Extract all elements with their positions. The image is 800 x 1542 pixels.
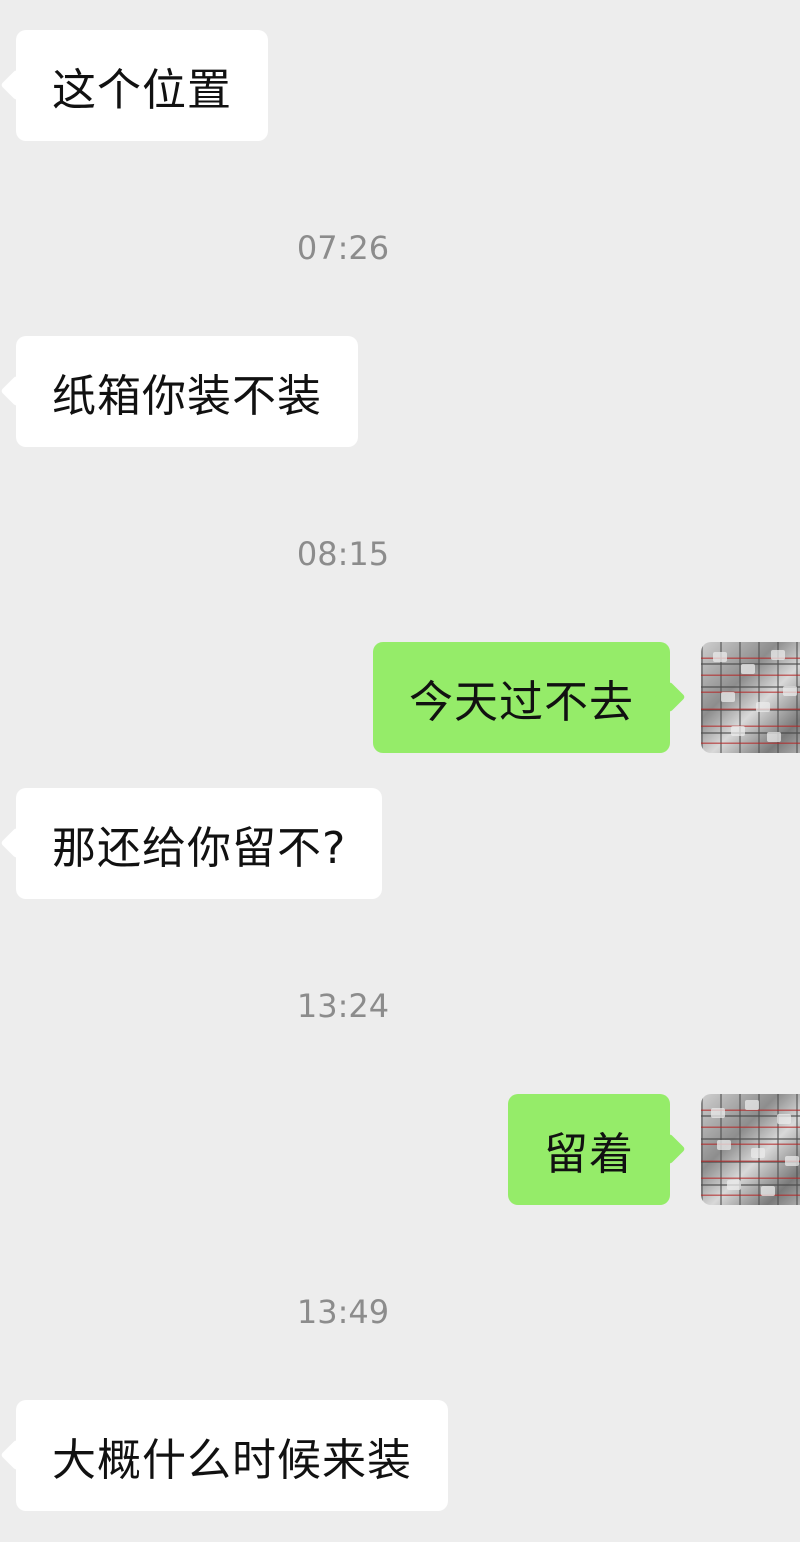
incoming-message-bubble[interactable]: 那还给你留不?: [16, 788, 383, 899]
outgoing-message-bubble[interactable]: 今天过不去: [373, 642, 670, 753]
incoming-message-bubble[interactable]: 大概什么时候来装: [16, 1400, 448, 1511]
message-text: 这个位置: [52, 64, 232, 116]
message-text: 今天过不去: [409, 676, 634, 728]
user-avatar[interactable]: [701, 642, 800, 753]
message-timestamp: 13:49: [296, 1293, 390, 1331]
message-text: 纸箱你装不装: [52, 370, 322, 422]
incoming-message-bubble[interactable]: 这个位置: [16, 30, 268, 141]
message-timestamp: 13:24: [296, 987, 390, 1025]
message-text: 留着: [544, 1128, 634, 1180]
chat-message-list[interactable]: 这个位置 07:26 纸箱你装不装 08:15 今天过不去 那还给你留不? 13…: [0, 0, 800, 1542]
message-text: 那还给你留不?: [52, 822, 347, 874]
message-timestamp: 08:15: [296, 535, 390, 573]
message-timestamp: 07:26: [296, 229, 390, 267]
user-avatar[interactable]: [701, 1094, 800, 1205]
message-text: 大概什么时候来装: [52, 1434, 412, 1486]
incoming-message-bubble[interactable]: 纸箱你装不装: [16, 336, 358, 447]
outgoing-message-bubble[interactable]: 留着: [508, 1094, 670, 1205]
